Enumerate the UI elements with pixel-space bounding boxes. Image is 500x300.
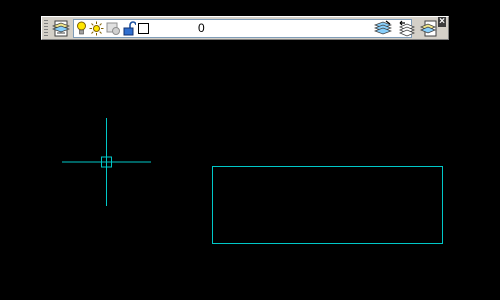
drawing-entities [62, 118, 443, 244]
rectangle-entity [212, 166, 443, 244]
crosshair-cursor [62, 118, 151, 206]
drawing-area[interactable]: 0 × [0, 0, 500, 300]
